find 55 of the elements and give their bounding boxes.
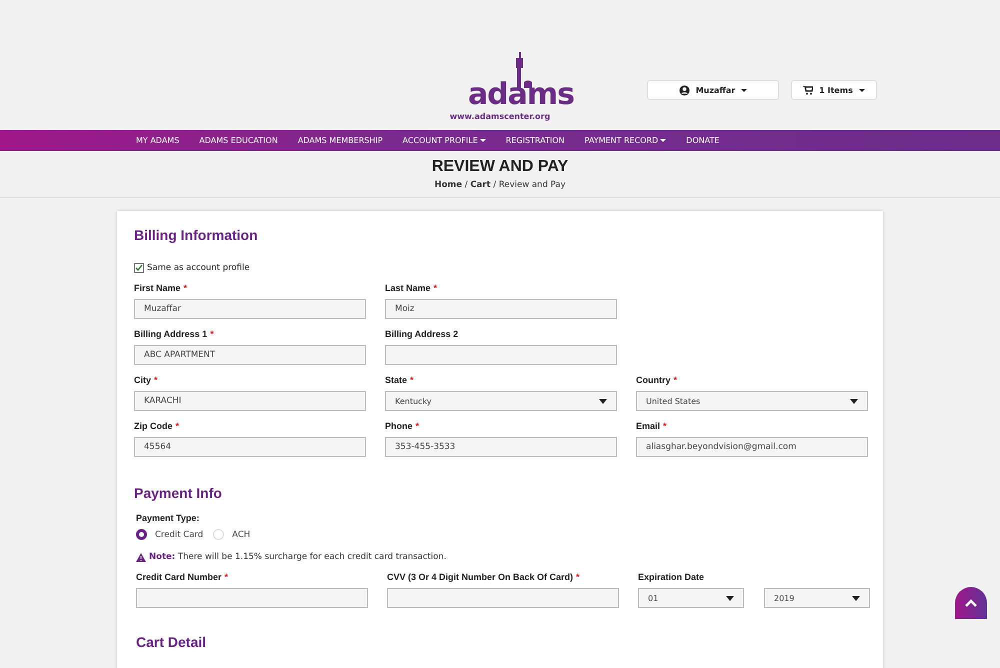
text-field[interactable]: 353-455-3533 (385, 437, 617, 457)
cart-icon (803, 86, 814, 94)
chevron-up-icon (965, 599, 977, 607)
field-label: Country * (636, 375, 678, 385)
radio-label: ACH (232, 530, 250, 540)
text-field[interactable]: KARACHI (134, 391, 366, 411)
field-label: Zip Code * (134, 421, 180, 431)
logo-wordmark: adams (468, 80, 574, 110)
field-label: Billing Address 1 * (134, 329, 215, 339)
checkbox-label: Same as account profile (147, 263, 250, 273)
select-field[interactable]: United States (636, 391, 868, 411)
field-label: Billing Address 2 (385, 329, 460, 339)
year-select[interactable]: 2019 (764, 588, 870, 608)
radio-button[interactable] (136, 529, 147, 540)
nav-item[interactable]: REGISTRATION (496, 136, 575, 145)
nav-item[interactable]: ADAMS EDUCATION (189, 136, 288, 145)
user-icon (678, 84, 690, 96)
nav-item[interactable]: MY ADAMS (126, 136, 190, 145)
page-title: REVIEW AND PAY (432, 158, 568, 176)
text-field[interactable]: Moiz (385, 299, 617, 319)
text-field[interactable] (385, 345, 617, 365)
radio-label: Credit Card (155, 530, 204, 540)
warning-icon (136, 552, 146, 562)
section-title: Payment Info (134, 485, 223, 501)
text-field[interactable]: ABC APARTMENT (134, 345, 366, 365)
field-label: CVV (3 Or 4 Digit Number On Back Of Card) * (387, 572, 581, 582)
field-label: State * (385, 375, 415, 385)
field-label: Phone * (385, 421, 420, 431)
text-field[interactable]: Muzaffar (134, 299, 366, 319)
website-url: www.adamscenter.org (450, 112, 550, 121)
field-label: First Name * (134, 283, 188, 293)
user-menu-button[interactable]: Muzaffar (647, 80, 779, 100)
field-label: Payment Type: (136, 513, 200, 523)
nav-item[interactable]: ADAMS MEMBERSHIP (288, 136, 393, 145)
field-label: Email * (636, 421, 668, 431)
text-field[interactable] (136, 588, 368, 608)
field-label: Expiration Date (638, 572, 706, 582)
select-field[interactable]: Kentucky (385, 391, 617, 411)
field-label: City * (134, 375, 159, 385)
field-label: Last Name * (385, 283, 438, 293)
nav-item[interactable]: PAYMENT RECORD (574, 136, 676, 145)
note-text: Note: There will be 1.15% surcharge for each credit card transaction. (149, 552, 446, 562)
text-field[interactable] (387, 588, 619, 608)
section-title: Cart Detail (136, 634, 208, 650)
nav-item[interactable]: ACCOUNT PROFILE (392, 136, 496, 145)
checkbox[interactable] (134, 263, 144, 273)
nav-item[interactable]: DONATE (676, 136, 730, 145)
text-field[interactable]: aliasghar.beyondvision@gmail.com (636, 437, 868, 457)
text-field[interactable]: 45564 (134, 437, 366, 457)
scroll-top-button[interactable] (955, 587, 987, 619)
breadcrumb: Home / Cart / Review and Pay (434, 180, 566, 190)
month-select[interactable]: 01 (638, 588, 744, 608)
field-label: Credit Card Number * (136, 572, 230, 582)
section-title: Billing Information (134, 227, 259, 243)
cart-button[interactable]: 1 Items (791, 80, 877, 100)
